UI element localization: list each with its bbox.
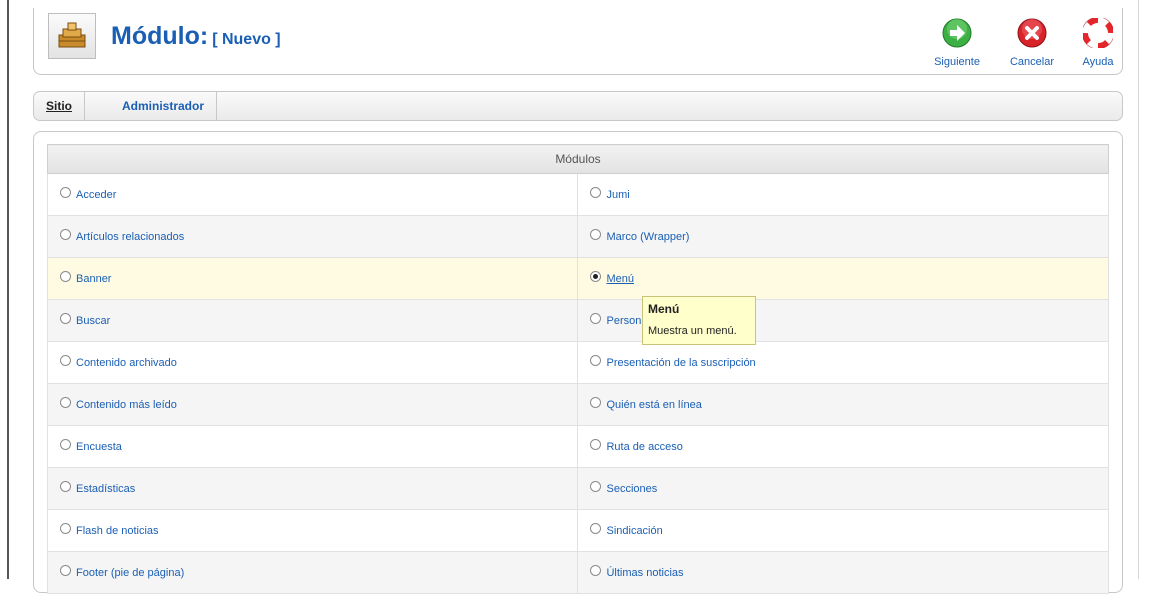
module-radio[interactable] (60, 312, 71, 324)
tab-site-label: Sitio (46, 99, 72, 113)
tab-administrator-label: Administrador (122, 99, 205, 113)
next-button-label: Siguiente (934, 56, 980, 68)
module-option-label[interactable]: Marco (Wrapper) (606, 231, 689, 243)
module-option[interactable]: Contenido archivado (46, 341, 579, 384)
module-option[interactable]: Footer (pie de página) (46, 551, 579, 594)
module-row: Contenido más leído Quién está en línea (46, 383, 1109, 426)
module-option[interactable]: Estadísticas (46, 467, 579, 510)
module-option[interactable]: Banner (46, 257, 579, 300)
module-radio[interactable] (590, 438, 602, 450)
tooltip-title: Menú (648, 302, 680, 316)
module-radio[interactable] (590, 480, 602, 492)
modules-panel: Módulos Acceder Jumi Artículos relacionado… (33, 131, 1123, 594)
module-radio[interactable] (60, 270, 71, 282)
module-row: Acceder Jumi (46, 173, 1109, 216)
module-option[interactable]: Presentación de la suscripción (577, 341, 1109, 384)
module-option[interactable]: Ruta de acceso (577, 425, 1109, 468)
module-option-label[interactable]: Estadísticas (76, 483, 135, 495)
client-tabs: Sitio Administrador (33, 91, 1123, 121)
module-option[interactable]: Encuesta (46, 425, 579, 468)
module-option-label[interactable]: Secciones (606, 483, 657, 495)
tab-site[interactable]: Sitio (34, 92, 85, 120)
module-radio[interactable] (590, 312, 602, 324)
lifebuoy-help-icon (1083, 18, 1113, 48)
next-arrow-icon (942, 18, 972, 48)
modules-table: Módulos Acceder Jumi Artículos relacionado… (46, 144, 1109, 594)
module-option-label[interactable]: Encuesta (76, 441, 122, 453)
module-option-label[interactable]: Menú (606, 273, 634, 285)
module-radio[interactable] (590, 270, 602, 282)
module-row: Estadísticas Secciones (46, 467, 1109, 510)
module-radio[interactable] (60, 228, 71, 240)
tab-administrator[interactable]: Administrador (110, 92, 218, 120)
module-option-label[interactable]: Ruta de acceso (606, 441, 682, 453)
help-button-label: Ayuda (1082, 56, 1114, 68)
module-option[interactable]: Flash de noticias (46, 509, 579, 552)
module-option[interactable]: Acceder (46, 173, 579, 216)
cancel-button[interactable]: Cancelar (1004, 18, 1060, 68)
module-option[interactable]: Artículos relacionados (46, 215, 579, 258)
module-radio[interactable] (60, 564, 71, 576)
module-row: Contenido archivado Presentación de la su… (46, 341, 1109, 384)
module-option-label[interactable]: Sindicación (606, 525, 662, 537)
module-radio[interactable] (590, 186, 602, 198)
module-option[interactable]: Jumi (577, 173, 1109, 216)
toolbar-header: Módulo:[ Nuevo ] Siguiente Cancelar Ayud… (33, 8, 1123, 75)
module-radio[interactable] (60, 354, 71, 366)
module-option[interactable]: Secciones (577, 467, 1109, 510)
module-radio[interactable] (590, 396, 602, 408)
module-option-label[interactable]: Últimas noticias (606, 567, 683, 579)
module-radio[interactable] (590, 564, 602, 576)
module-option-label[interactable]: Jumi (606, 189, 629, 201)
module-radio[interactable] (590, 354, 602, 366)
module-option-label[interactable]: Footer (pie de página) (76, 567, 184, 579)
module-option[interactable]: Marco (Wrapper) (577, 215, 1109, 258)
modules-table-header: Módulos (47, 144, 1109, 174)
cancel-button-label: Cancelar (1009, 56, 1055, 68)
module-option-label[interactable]: Artículos relacionados (76, 231, 184, 243)
module-radio[interactable] (60, 522, 71, 534)
module-manager-icon (48, 13, 96, 59)
module-tooltip: Menú Muestra un menú. (642, 296, 756, 345)
page-title: Módulo:[ Nuevo ] (111, 22, 281, 51)
module-option[interactable]: Buscar (46, 299, 579, 342)
module-option-label[interactable]: Quién está en línea (606, 399, 701, 411)
module-radio[interactable] (590, 228, 602, 240)
module-option-label[interactable]: Flash de noticias (76, 525, 159, 537)
module-radio[interactable] (60, 186, 71, 198)
module-row: Artículos relacionados Marco (Wrapper) (46, 215, 1109, 258)
module-option[interactable]: Menú (577, 257, 1109, 300)
module-option[interactable]: Contenido más leído (46, 383, 579, 426)
page-subtitle: [ Nuevo ] (212, 31, 281, 48)
page-title-text: Módulo: (111, 22, 209, 50)
module-row: Footer (pie de página) Últimas noticias (46, 551, 1109, 594)
module-option[interactable]: Últimas noticias (577, 551, 1109, 594)
module-radio[interactable] (590, 522, 602, 534)
module-option-label[interactable]: Acceder (76, 189, 116, 201)
tooltip-body: Muestra un menú. (648, 325, 737, 337)
module-option-label[interactable]: Presentación de la suscripción (606, 357, 755, 369)
module-option-label[interactable]: Contenido archivado (76, 357, 177, 369)
module-row: Encuesta Ruta de acceso (46, 425, 1109, 468)
module-option-label[interactable]: Contenido más leído (76, 399, 177, 411)
module-option-label[interactable]: Buscar (76, 315, 110, 327)
module-radio[interactable] (60, 396, 71, 408)
next-button[interactable]: Siguiente (929, 18, 985, 68)
cancel-x-icon (1017, 18, 1047, 48)
module-row: BuscarPersonalizado (46, 299, 1109, 342)
module-option[interactable]: Quién está en línea (577, 383, 1109, 426)
help-button[interactable]: Ayuda (1070, 18, 1126, 68)
module-row: Banner Menú (46, 257, 1109, 300)
module-row: Flash de noticias Sindicación (46, 509, 1109, 552)
right-border (1138, 0, 1139, 579)
left-border (7, 0, 9, 579)
module-radio[interactable] (60, 438, 71, 450)
module-option[interactable]: Sindicación (577, 509, 1109, 552)
module-option-label[interactable]: Banner (76, 273, 111, 285)
module-radio[interactable] (60, 480, 71, 492)
